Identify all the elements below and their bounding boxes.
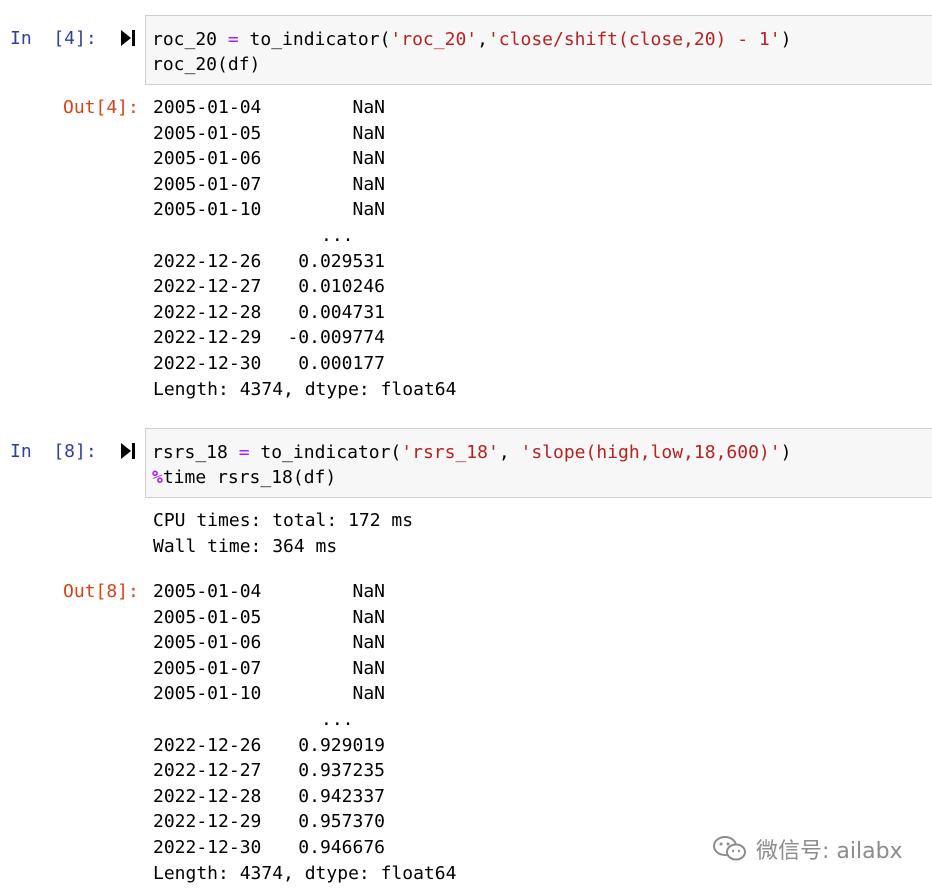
series-value: NaN (352, 606, 385, 628)
series-footer: Length: 4374, dtype: float64 (153, 378, 457, 400)
code-line: roc_20(df) (152, 52, 932, 77)
series-value: NaN (352, 657, 385, 679)
series-row: 2005-01-05 NaN (153, 605, 456, 631)
stdout-area: CPU times: total: 172 ms Wall time: 364 m… (153, 508, 413, 559)
series-value: -0.009774 (287, 327, 385, 349)
output-area: 2005-01-04 NaN 2005-01-05 NaN 2005-01-06 NaN 2… (153, 95, 456, 402)
series-value: NaN (352, 148, 385, 170)
series-row: 2022-12-26 0.929019 (153, 733, 456, 759)
series-row: 2005-01-06 NaN (153, 146, 456, 172)
series-ellipsis-row: ... (153, 223, 456, 249)
watermark: 微信号: ailabx (712, 833, 903, 865)
series-value: NaN (352, 173, 385, 195)
series-value: 0.942337 (298, 785, 385, 807)
series-row: 2022-12-28 0.942337 (153, 784, 456, 810)
series-value: 0.937235 (298, 760, 385, 782)
series-value: 0.029531 (298, 250, 385, 272)
code-magic: % (152, 467, 163, 488)
code-token: ) (780, 29, 792, 50)
series-row: 2005-01-07 NaN (153, 656, 456, 682)
series-value: NaN (352, 683, 385, 705)
series-value: 0.957370 (298, 811, 385, 833)
series-row: 2005-01-06 NaN (153, 630, 456, 656)
code-operator: = (238, 442, 250, 463)
code-token: , (498, 442, 521, 463)
stdout-line: CPU times: total: 172 ms (153, 510, 414, 531)
code-line: roc_20 = to_indicator('roc_20','close/sh… (152, 27, 932, 52)
watermark-text: 微信号: ailabx (756, 839, 903, 864)
series-row: 2022-12-26 0.029531 (153, 249, 456, 275)
series-footer: Length: 4374, dtype: float64 (153, 862, 457, 884)
series-value: 0.946676 (298, 836, 385, 858)
code-token: time rsrs_18(df) (162, 467, 337, 488)
series-row: 2022-12-29 0.957370 (153, 809, 456, 835)
series-row: 2022-12-28 0.004731 (153, 300, 456, 326)
code-line: rsrs_18 = to_indicator('rsrs_18', 'slope… (152, 440, 932, 465)
run-cell-icon[interactable] (120, 29, 136, 47)
series-ellipsis: ... (321, 224, 354, 246)
series-value: 0.010246 (298, 276, 385, 298)
code-token: to_indicator( (238, 29, 391, 50)
series-row: 2022-12-29 -0.009774 (153, 325, 456, 351)
in-prompt: In [4]: (10, 28, 97, 49)
wechat-icon (713, 836, 746, 861)
code-token: to_indicator( (249, 442, 402, 463)
series-row: 2005-01-04 NaN (153, 579, 456, 605)
output-area: 2005-01-04 NaN 2005-01-05 NaN 2005-01-06 NaN 2… (153, 579, 456, 886)
series-ellipsis: ... (321, 708, 354, 730)
code-string: 'close/shift(close,20) - 1' (487, 29, 781, 50)
in-prompt: In [8]: (10, 441, 97, 462)
series-row: 2022-12-30 0.946676 (153, 835, 456, 861)
series-row: 2005-01-10 NaN (153, 197, 456, 223)
series-row: 2022-12-27 0.937235 (153, 758, 456, 784)
series-row: 2005-01-10 NaN (153, 681, 456, 707)
series-row: 2005-01-04 NaN (153, 95, 456, 121)
code-string: 'slope(high,low,18,600)' (520, 442, 781, 463)
series-ellipsis-row: ... (153, 707, 456, 733)
series-row: 2022-12-27 0.010246 (153, 274, 456, 300)
series-value: NaN (352, 122, 385, 144)
code-token: ) (780, 442, 792, 463)
code-operator: = (227, 29, 239, 50)
stdout-line: Wall time: 364 ms (153, 535, 338, 557)
series-value: NaN (352, 632, 385, 654)
series-row: 2022-12-30 0.000177 (153, 351, 456, 377)
series-value: 0.929019 (298, 734, 385, 756)
series-value: 0.004731 (298, 301, 385, 323)
series-row: 2005-01-05 NaN (153, 121, 456, 147)
code-string: 'roc_20' (390, 29, 478, 50)
series-value: NaN (352, 199, 385, 221)
series-value: 0.000177 (298, 352, 385, 374)
code-token: , (477, 29, 488, 50)
series-value: NaN (352, 97, 385, 118)
run-cell-icon[interactable] (120, 442, 136, 460)
code-token: roc_20 (152, 29, 228, 50)
code-line: %time rsrs_18(df) (152, 465, 932, 490)
series-value: NaN (352, 581, 385, 602)
code-editor[interactable]: rsrs_18 = to_indicator('rsrs_18', 'slope… (145, 428, 932, 498)
code-token: roc_20(df) (152, 54, 261, 75)
code-string: 'rsrs_18' (401, 442, 499, 463)
code-editor[interactable]: roc_20 = to_indicator('roc_20','close/sh… (145, 15, 932, 85)
series-row: 2005-01-07 NaN (153, 172, 456, 198)
code-token: rsrs_18 (152, 442, 239, 463)
